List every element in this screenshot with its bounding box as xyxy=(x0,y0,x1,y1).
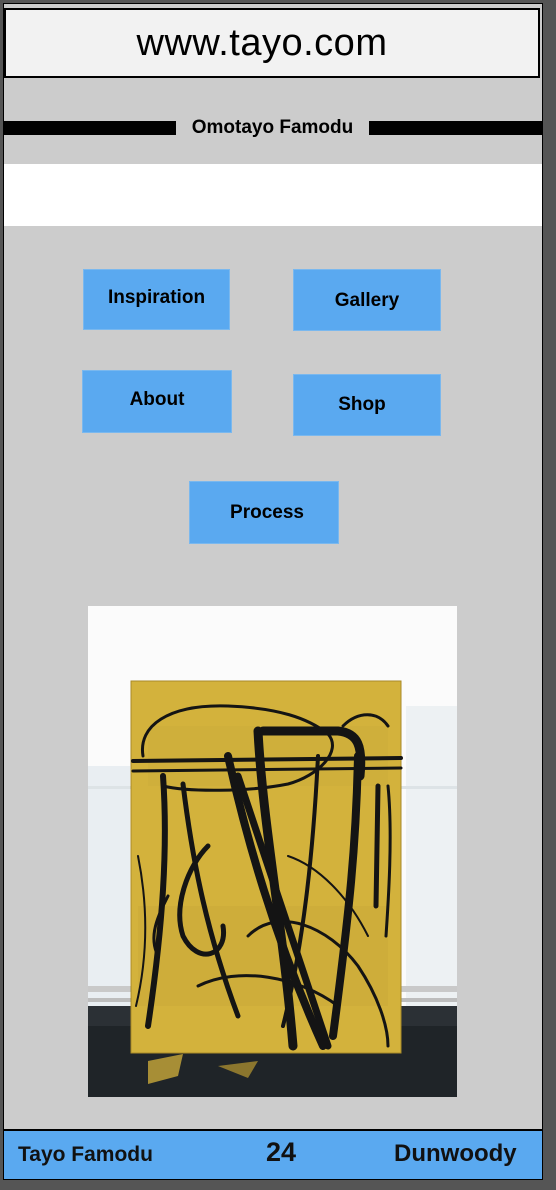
shop-button[interactable]: Shop xyxy=(293,374,441,436)
url-bar[interactable]: www.tayo.com xyxy=(4,8,540,78)
banner-area xyxy=(4,164,542,226)
abstract-painting-image xyxy=(88,606,457,1097)
header-divider-right xyxy=(369,121,542,135)
footer-name: Tayo Famodu xyxy=(18,1143,153,1166)
gallery-button[interactable]: Gallery xyxy=(293,269,441,331)
about-button[interactable]: About xyxy=(82,370,232,433)
site-header: Omotayo Famodu xyxy=(4,114,542,142)
footer-number: 24 xyxy=(266,1137,297,1167)
process-button[interactable]: Process xyxy=(189,481,339,544)
footer-city: Dunwoody xyxy=(394,1140,517,1167)
header-divider-left xyxy=(4,121,176,135)
wireframe-page: www.tayo.com Omotayo Famodu Inspiration … xyxy=(3,3,543,1180)
footer-bar: Tayo Famodu 24 Dunwoody xyxy=(4,1129,542,1179)
site-title: Omotayo Famodu xyxy=(191,117,354,138)
inspiration-button[interactable]: Inspiration xyxy=(83,269,230,330)
